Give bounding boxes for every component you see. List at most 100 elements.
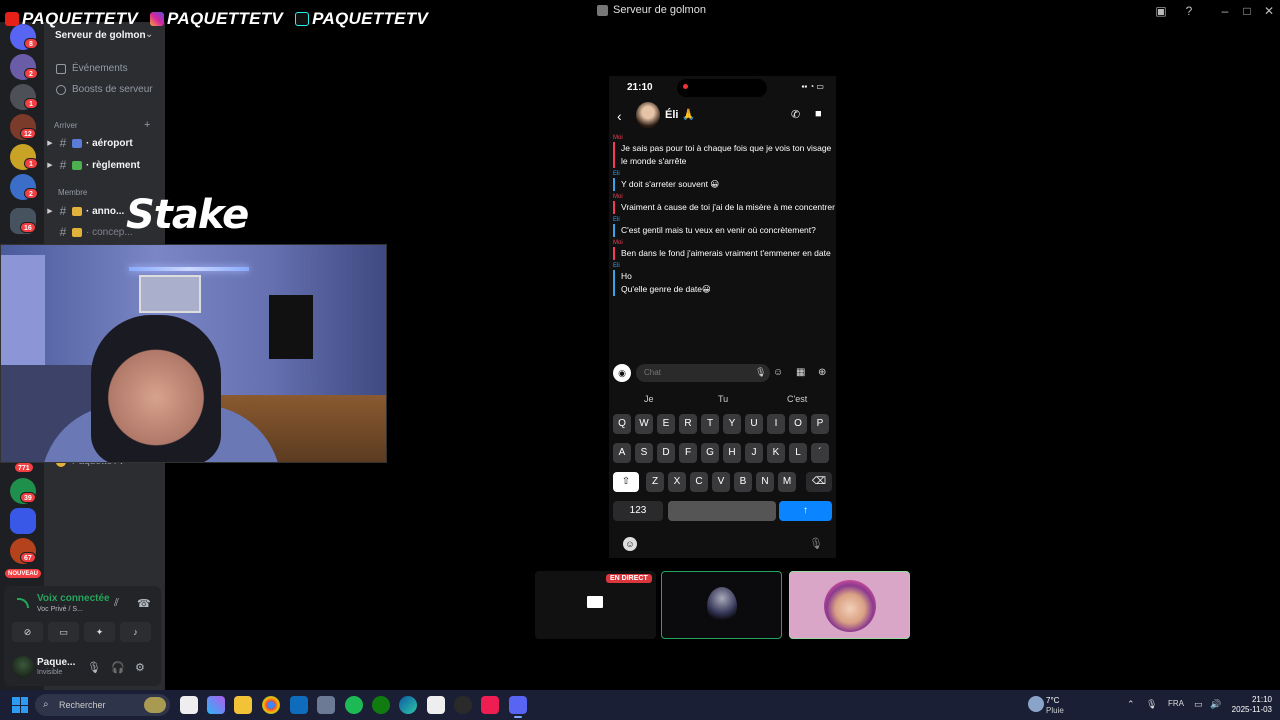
suggestion[interactable]: Je <box>644 394 654 404</box>
language-indicator[interactable]: FRA <box>1168 699 1184 708</box>
key[interactable]: C <box>690 472 708 492</box>
server-name[interactable]: Serveur de golmon <box>55 30 146 41</box>
xbox-icon[interactable] <box>372 696 390 714</box>
key[interactable]: J <box>745 443 763 463</box>
help-icon[interactable]: ? <box>1181 3 1197 19</box>
key[interactable]: O <box>789 414 807 434</box>
settings-icon[interactable] <box>317 696 335 714</box>
plus-icon[interactable]: ⊕ <box>818 367 826 378</box>
edge-icon[interactable] <box>399 696 417 714</box>
user-name[interactable]: Paque... <box>37 657 75 668</box>
add-channel-icon[interactable]: + <box>144 119 150 131</box>
key[interactable]: N <box>756 472 774 492</box>
chat-input[interactable]: Chat <box>636 364 770 382</box>
inbox-icon[interactable]: ▣ <box>1153 3 1169 19</box>
server-icon[interactable] <box>10 508 36 534</box>
key[interactable]: ´ <box>811 443 829 463</box>
noise-suppression-icon[interactable]: ⫽ <box>114 597 119 610</box>
file-explorer-icon[interactable] <box>234 696 252 714</box>
discord-app-icon[interactable] <box>509 696 527 718</box>
participant-tile[interactable] <box>789 571 910 639</box>
close-button[interactable]: ✕ <box>1261 3 1277 19</box>
participant-tile[interactable] <box>661 571 782 639</box>
taskbar-search[interactable]: ⌕ Rechercher <box>35 694 170 716</box>
key[interactable]: M <box>778 472 796 492</box>
key[interactable]: E <box>657 414 675 434</box>
key[interactable]: P <box>811 414 829 434</box>
steam-icon[interactable] <box>454 696 472 714</box>
minimize-button[interactable]: – <box>1217 3 1233 19</box>
activities-button[interactable]: ✦ <box>84 622 115 642</box>
soundboard-button[interactable]: ♪ <box>120 622 151 642</box>
video-call-icon[interactable]: ■ <box>815 108 822 120</box>
microphone-icon[interactable]: 🎙 <box>755 367 766 378</box>
key[interactable]: F <box>679 443 697 463</box>
volume-icon[interactable]: 🔊 <box>1210 699 1221 710</box>
key[interactable]: L <box>789 443 807 463</box>
key[interactable]: D <box>657 443 675 463</box>
send-key[interactable]: ↑ <box>779 501 832 521</box>
key[interactable]: I <box>767 414 785 434</box>
key[interactable]: Z <box>646 472 664 492</box>
dictation-icon[interactable]: 🎙 <box>809 537 823 550</box>
back-arrow-icon[interactable]: ‹ <box>617 108 622 124</box>
chrome-icon[interactable] <box>262 696 280 714</box>
screen-share-button[interactable]: ▭ <box>48 622 79 642</box>
key[interactable]: Y <box>723 414 741 434</box>
headphones-icon[interactable]: 🎧 <box>111 661 125 674</box>
boosts-link[interactable]: Boosts de serveur <box>56 84 153 95</box>
windows-start-icon[interactable] <box>12 697 28 713</box>
numbers-key[interactable]: 123 <box>613 501 663 521</box>
space-key[interactable] <box>668 501 776 521</box>
tiktok-app-icon[interactable] <box>481 696 499 714</box>
suggestion[interactable]: Tu <box>718 394 728 404</box>
chevron-down-icon[interactable]: ⌄ <box>145 29 153 40</box>
emoji-icon[interactable]: ☺ <box>623 537 637 551</box>
avatar[interactable] <box>12 656 34 678</box>
camera-icon[interactable]: ◉ <box>613 364 631 382</box>
stream-tile[interactable]: EN DIRECT <box>535 571 656 639</box>
key[interactable]: V <box>712 472 730 492</box>
display-icon[interactable]: ▭ <box>1194 699 1203 710</box>
key[interactable]: U <box>745 414 763 434</box>
voice-channel[interactable]: Voc Privé / S... <box>37 606 83 613</box>
events-link[interactable]: Événements <box>56 63 128 74</box>
backspace-icon[interactable]: ⌫ <box>806 472 832 492</box>
task-view-icon[interactable] <box>180 696 198 714</box>
avatar[interactable] <box>636 102 660 128</box>
disconnect-icon[interactable]: ☎ <box>137 597 151 610</box>
key[interactable]: T <box>701 414 719 434</box>
sticker-icon[interactable]: ▦ <box>796 367 805 378</box>
copilot-icon[interactable] <box>207 696 225 714</box>
key[interactable]: S <box>635 443 653 463</box>
voice-status[interactable]: Voix connectée <box>37 593 110 604</box>
key[interactable]: Q <box>613 414 631 434</box>
key[interactable]: B <box>734 472 752 492</box>
category-membre[interactable]: Membre <box>58 188 87 197</box>
maximize-button[interactable]: □ <box>1239 3 1255 19</box>
key[interactable]: H <box>723 443 741 463</box>
store-icon[interactable] <box>427 696 445 714</box>
channel-reglement[interactable]: ▶ # · règlement <box>44 156 165 174</box>
key[interactable]: R <box>679 414 697 434</box>
mail-icon[interactable] <box>290 696 308 714</box>
key[interactable]: K <box>767 443 785 463</box>
microphone-tray-icon[interactable]: 🎙 <box>1146 699 1157 710</box>
chevron-up-icon[interactable]: ⌃ <box>1127 699 1135 710</box>
key[interactable]: X <box>668 472 686 492</box>
camera-off-button[interactable]: ⊘ <box>12 622 43 642</box>
suggestion[interactable]: C'est <box>787 394 807 404</box>
key[interactable]: W <box>635 414 653 434</box>
spotify-icon[interactable] <box>345 696 363 714</box>
system-clock[interactable]: 21:10 2025-11-03 <box>1228 695 1272 715</box>
phone-call-icon[interactable]: ✆ <box>791 108 800 121</box>
bitmoji-icon[interactable]: ☺ <box>773 367 783 378</box>
channel-aeroport[interactable]: ▶ # · aéroport <box>44 134 165 152</box>
microphone-icon[interactable]: 🎙 <box>87 661 101 674</box>
key[interactable]: A <box>613 443 631 463</box>
shift-icon[interactable]: ⇧ <box>613 472 639 492</box>
category-arriver[interactable]: Arriver <box>54 121 78 130</box>
gear-icon[interactable]: ⚙ <box>135 661 145 674</box>
contact-name[interactable]: Éli 🙏 <box>665 108 695 121</box>
key[interactable]: G <box>701 443 719 463</box>
